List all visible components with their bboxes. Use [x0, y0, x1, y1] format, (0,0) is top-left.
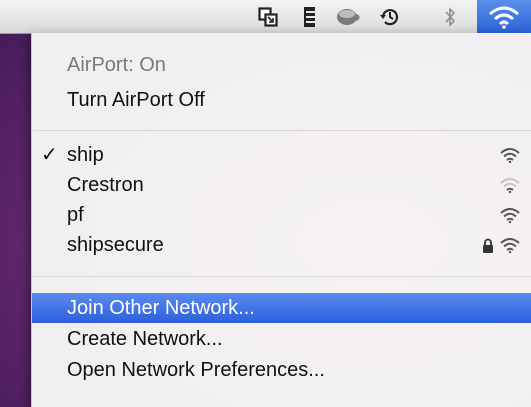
airport-status: AirPort: On	[67, 54, 166, 76]
network-name: ship	[67, 144, 104, 166]
wifi-signal-icon	[500, 178, 520, 193]
airport-menu: AirPort: On Turn AirPort Off ✓ ship Cres…	[31, 33, 531, 407]
wifi-signal-icon	[500, 148, 520, 163]
network-name: Crestron	[67, 174, 144, 196]
wifi-icon[interactable]	[477, 0, 531, 33]
coffee-cup-icon[interactable]	[333, 0, 363, 33]
network-item-pf[interactable]: pf	[32, 200, 531, 230]
network-name: shipsecure	[67, 234, 164, 256]
join-other-network-item[interactable]: Join Other Network...	[32, 293, 531, 323]
network-item-shipsecure[interactable]: shipsecure	[32, 230, 531, 260]
checkmark-icon: ✓	[41, 144, 58, 166]
lock-icon	[483, 238, 493, 253]
wifi-signal-icon	[500, 208, 520, 223]
network-name: pf	[67, 204, 84, 226]
time-machine-icon[interactable]	[377, 0, 403, 33]
separator	[33, 130, 531, 131]
wifi-signal-icon	[500, 238, 520, 253]
network-item-crestron[interactable]: Crestron	[32, 170, 531, 200]
network-item-ship[interactable]: ✓ ship	[32, 140, 531, 170]
window-switch-icon[interactable]	[254, 0, 282, 33]
bluetooth-icon[interactable]	[441, 0, 459, 33]
open-network-preferences-item[interactable]: Open Network Preferences...	[32, 355, 531, 385]
turn-airport-off-item[interactable]: Turn AirPort Off	[32, 85, 531, 115]
menu-bar	[0, 0, 531, 34]
create-network-item[interactable]: Create Network...	[32, 324, 531, 354]
separator	[33, 276, 531, 277]
script-icon[interactable]	[298, 0, 322, 33]
